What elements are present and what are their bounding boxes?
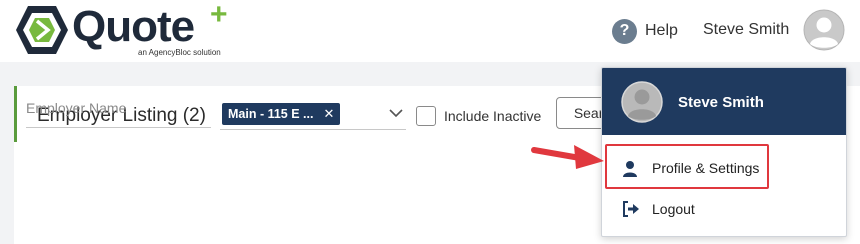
- sign-out-icon: [623, 201, 639, 217]
- employer-name-input[interactable]: [26, 100, 211, 116]
- user-avatar-icon[interactable]: [803, 9, 845, 51]
- annotation-arrow-icon: [531, 145, 604, 169]
- location-chip: Main - 115 E ... ✕: [222, 103, 341, 125]
- help-label: Help: [645, 22, 678, 39]
- highlight-box: [605, 144, 769, 189]
- help-link[interactable]: ? Help: [612, 18, 678, 44]
- menu-item-logout[interactable]: Logout: [602, 193, 846, 225]
- card-accent-bar: [14, 86, 17, 142]
- quote-plus-logo[interactable]: Quote + an AgencyBloc solution: [14, 0, 254, 60]
- logo-wordmark: Quote: [72, 2, 195, 51]
- logo-tagline: an AgencyBloc solution: [138, 48, 221, 57]
- user-menu-name: Steve Smith: [678, 94, 764, 111]
- include-inactive-toggle[interactable]: Include Inactive: [416, 106, 541, 126]
- chevron-down-icon[interactable]: [388, 108, 404, 118]
- header-user-name[interactable]: Steve Smith: [703, 21, 789, 39]
- include-inactive-label: Include Inactive: [444, 108, 542, 124]
- logo-hexagon-icon: [16, 6, 68, 54]
- top-header: Quote + an AgencyBloc solution ? Help St…: [0, 0, 860, 62]
- logo-plus: +: [210, 0, 228, 31]
- user-menu-header: Steve Smith: [602, 68, 846, 135]
- location-select[interactable]: Main - 115 E ... ✕: [220, 102, 406, 130]
- location-chip-label: Main - 115 E ...: [228, 107, 314, 121]
- include-inactive-checkbox[interactable]: [416, 106, 436, 126]
- question-circle-icon: ?: [612, 18, 637, 44]
- user-avatar-icon: [621, 81, 663, 123]
- chip-remove-icon[interactable]: ✕: [323, 106, 334, 122]
- menu-item-label: Logout: [652, 201, 695, 217]
- employer-name-field[interactable]: [26, 100, 211, 128]
